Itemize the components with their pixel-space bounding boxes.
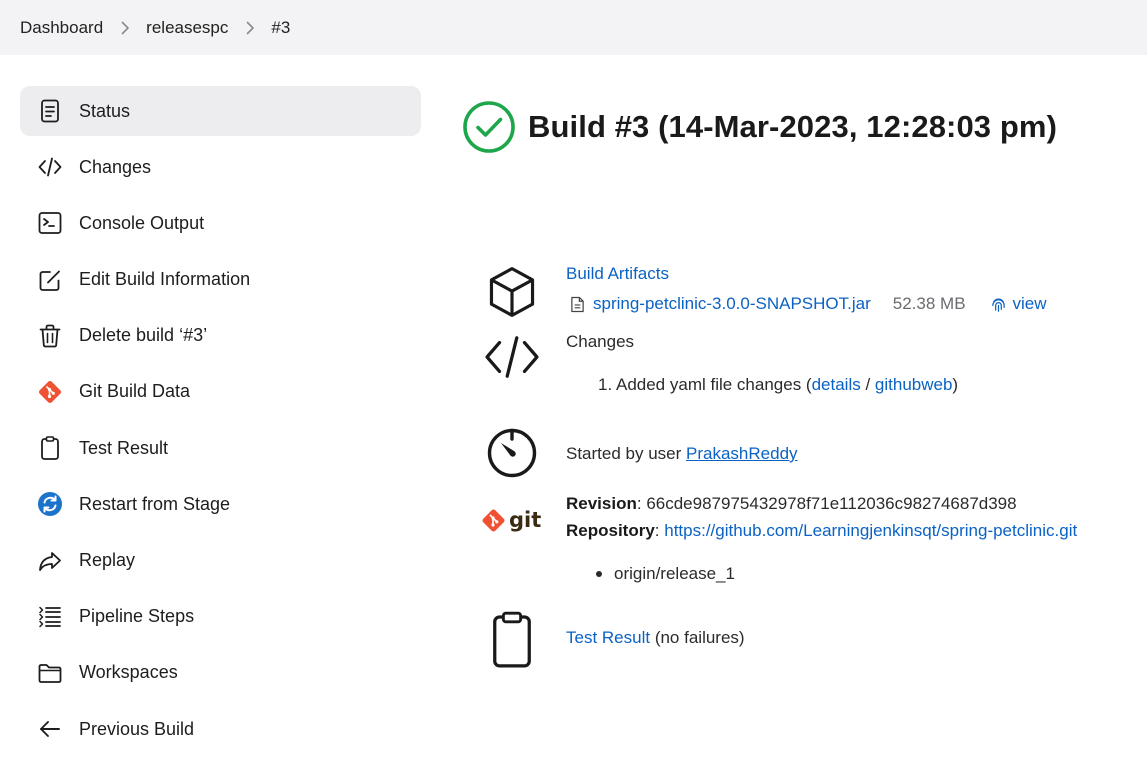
git-section: git Revision: 66cde987975432978f71e11203… — [462, 494, 1147, 594]
sidebar-item-delete-build[interactable]: Delete build ‘#3’ — [20, 311, 421, 361]
sidebar-item-console-output[interactable]: Console Output — [20, 198, 421, 248]
artifact-view-link[interactable]: view — [1013, 294, 1047, 314]
test-result-text: Test Result (no failures) — [566, 628, 745, 648]
sidebar-item-label: Replay — [79, 550, 136, 570]
change-item-text: Added yaml file changes ( — [615, 375, 812, 394]
branch-name: origin/release_1 — [614, 564, 735, 583]
sidebar-item-edit-build-information[interactable]: Edit Build Information — [20, 255, 421, 305]
sidebar-item-label: Pipeline Steps — [79, 606, 195, 627]
main-content: Build #3 (14-Mar-2023, 12:28:03 pm) Buil… — [462, 96, 1147, 668]
sidebar-item-test-result[interactable]: Test Result — [20, 423, 421, 473]
change-close-paren: ) — [952, 375, 959, 394]
success-check-icon — [463, 101, 515, 153]
chevron-right-icon — [246, 21, 255, 35]
sidebar-item-restart-from-stage[interactable]: Restart from Stage — [20, 479, 421, 529]
sidebar-item-label: Delete build ‘#3’ — [79, 325, 208, 346]
terminal-icon — [35, 208, 65, 238]
revision-label: Revision — [566, 494, 637, 513]
revision-colon: : — [636, 494, 647, 513]
test-result-link[interactable]: Test Result — [566, 628, 650, 647]
build-artifacts-link[interactable]: Build Artifacts — [566, 264, 669, 283]
started-by-user-link[interactable]: PrakashReddy — [686, 444, 798, 463]
box-icon — [482, 262, 542, 322]
sidebar-item-status[interactable]: Status — [20, 86, 421, 136]
sidebar-item-label: Status — [79, 100, 131, 121]
fingerprint-icon[interactable] — [990, 296, 1007, 313]
sidebar-item-label: Restart from Stage — [79, 493, 231, 514]
sidebar: Status Changes Console Output Edit Build… — [20, 86, 421, 757]
revision-value: 66cde987975432978f71e112036c98274687d398 — [646, 494, 1017, 513]
repository-colon: : — [654, 521, 665, 540]
clipboard-icon — [35, 433, 65, 463]
bullet — [596, 571, 602, 577]
change-details-link[interactable]: details — [812, 375, 861, 394]
replay-arrow-icon — [35, 546, 65, 576]
clipboard-icon — [482, 608, 542, 672]
breadcrumb-build[interactable]: #3 — [271, 18, 290, 38]
repository-url-link[interactable]: https://github.com/Learningjenkinsqt/spr… — [664, 521, 1077, 540]
sidebar-item-label: Changes — [79, 156, 152, 177]
sidebar-item-previous-build[interactable]: Previous Build — [20, 704, 421, 754]
change-list-item: 1. Added yaml file changes (details / gi… — [598, 375, 958, 395]
file-icon — [571, 296, 584, 312]
change-item-number: 1. — [598, 375, 613, 394]
test-result-suffix: (no failures) — [650, 628, 745, 647]
document-icon — [35, 96, 65, 126]
git-branch-item: origin/release_1 — [596, 564, 735, 584]
artifact-file-size: 52.38 MB — [892, 294, 966, 313]
chevron-right-icon — [121, 21, 130, 35]
sidebar-item-git-build-data[interactable]: Git Build Data — [20, 367, 421, 417]
breadcrumb: Dashboard releasespc #3 — [0, 0, 1147, 55]
edit-icon — [35, 265, 65, 295]
started-by-prefix: Started by user — [566, 444, 687, 463]
git-logo-icon: git — [480, 504, 544, 538]
timer-icon — [482, 426, 542, 480]
sidebar-item-label: Workspaces — [79, 662, 178, 683]
change-githubweb-link[interactable]: githubweb — [875, 375, 953, 394]
breadcrumb-job[interactable]: releasespc — [146, 18, 228, 38]
repository-label: Repository — [566, 521, 655, 540]
git-logo-icon — [35, 377, 65, 407]
artifact-file-link[interactable]: spring-petclinic-3.0.0-SNAPSHOT.jar — [593, 294, 871, 314]
changes-section: Changes 1. Added yaml file changes (deta… — [462, 332, 1147, 402]
started-by-section: Started by user PrakashReddy — [462, 426, 1147, 482]
restart-icon — [35, 489, 65, 519]
sidebar-item-label: Edit Build Information — [79, 269, 251, 290]
code-icon — [482, 332, 542, 382]
change-separator: / — [860, 375, 875, 394]
git-logo-text: git — [509, 508, 541, 532]
sidebar-item-workspaces[interactable]: Workspaces — [20, 648, 421, 698]
breadcrumb-dashboard[interactable]: Dashboard — [20, 18, 103, 38]
sidebar-item-label: Previous Build — [79, 718, 195, 739]
page-title: Build #3 (14-Mar-2023, 12:28:03 pm) — [528, 109, 1057, 144]
build-artifacts-section: Build Artifacts spring-petclinic-3.0.0-S… — [462, 260, 1147, 320]
code-icon — [35, 152, 65, 182]
sidebar-item-replay[interactable]: Replay — [20, 536, 421, 586]
sidebar-item-label: Git Build Data — [79, 381, 191, 402]
arrow-left-icon — [35, 714, 65, 744]
sidebar-item-pipeline-steps[interactable]: Pipeline Steps — [20, 592, 421, 642]
sidebar-item-changes[interactable]: Changes — [20, 142, 421, 192]
git-revision-row: Revision: 66cde987975432978f71e112036c98… — [566, 494, 1017, 514]
build-title-row: Build #3 (14-Mar-2023, 12:28:03 pm) — [462, 96, 1147, 158]
list-steps-icon — [35, 602, 65, 632]
sidebar-item-label: Test Result — [79, 437, 169, 458]
trash-icon — [35, 321, 65, 351]
started-by-text: Started by user PrakashReddy — [566, 444, 798, 464]
changes-heading: Changes — [566, 332, 635, 351]
folder-icon — [35, 658, 65, 688]
git-repository-row: Repository: https://github.com/Learningj… — [566, 521, 1077, 541]
test-result-section: Test Result (no failures) — [462, 608, 1147, 672]
sidebar-item-label: Console Output — [79, 212, 205, 233]
